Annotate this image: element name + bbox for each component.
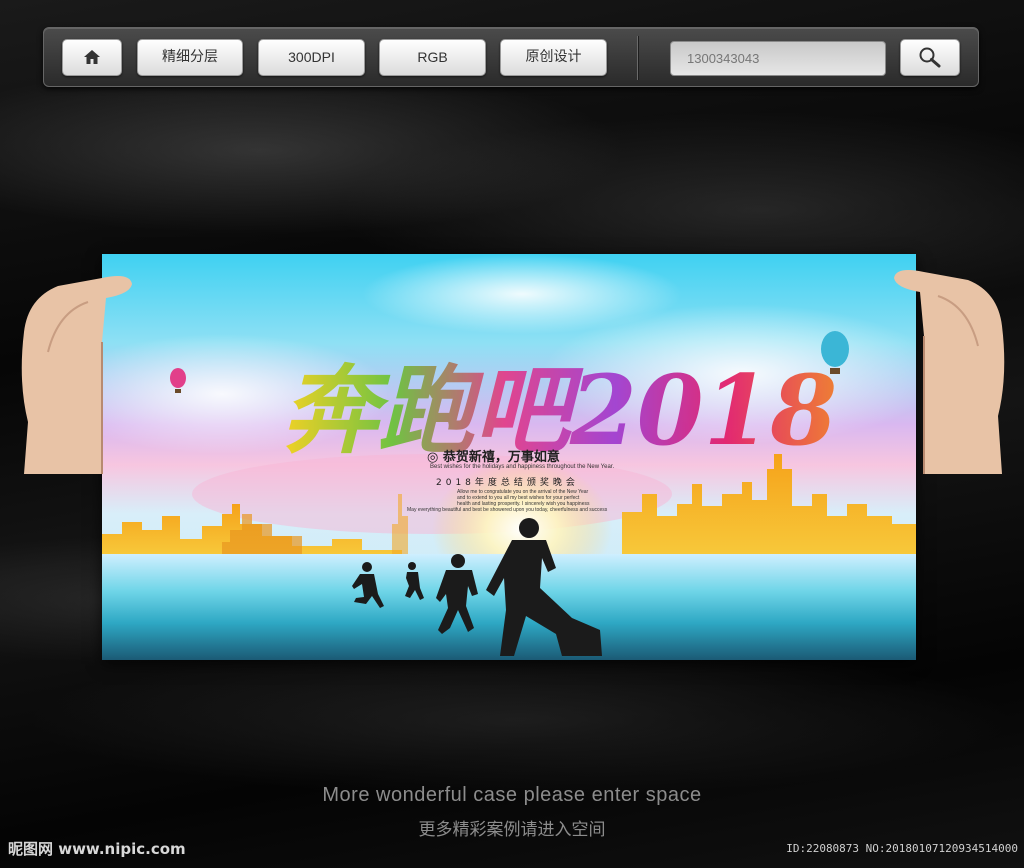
original-design-button[interactable]: 原创设计 [500,39,607,76]
right-hand [894,270,1005,474]
tagline-chinese: 更多精彩案例请进入空间 [418,820,606,840]
home-button[interactable] [62,39,122,76]
tagline-english: More wonderful case please enter space [322,784,702,806]
nipic-watermark: 昵图网 www.nipic.com [8,840,186,858]
home-icon [84,49,100,64]
poster-greeting: ◎ 恭贺新禧，万事如意 [427,450,560,465]
poster-event-line: 2018年度总结颁奖晚会 [436,478,579,488]
left-hand [21,276,132,474]
search-input[interactable] [670,41,886,76]
poster-greeting-en: Best wishes for the holidays and happine… [430,464,615,470]
search-button[interactable] [900,39,960,76]
dpi-button[interactable]: 300DPI [258,39,365,76]
layered-button[interactable]: 精细分层 [137,39,243,76]
poster-small-line-4: May everything beautiful and best be sho… [407,507,608,513]
toolbar: 精细分层 300DPI RGB 原创设计 [43,27,979,87]
toolbar-divider [637,36,638,80]
image-id-text: ID:22080873 NO:20180107120934514000 [786,842,1018,855]
magnifier-icon [919,47,941,68]
rgb-button[interactable]: RGB [379,39,486,76]
poster-image: 奔跑吧2018 ◎ 恭贺新禧，万事如意 Best wishes for the … [102,254,916,660]
